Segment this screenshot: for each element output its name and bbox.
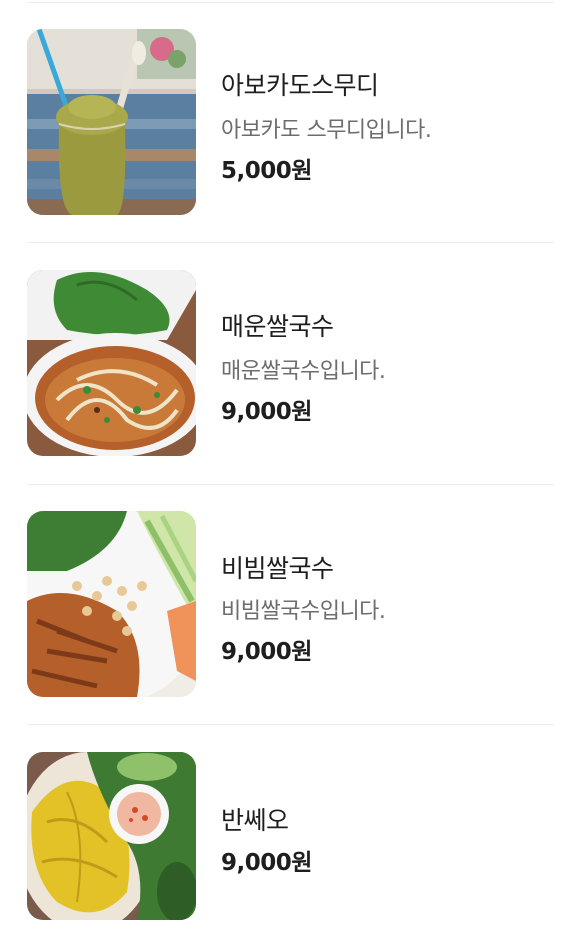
bibim-rice-noodle-photo — [27, 511, 196, 697]
menu-list: 아보카도스무디 아보카도 스무디입니다. 5,000원 매운쌀국수 매운쌀국수입… — [0, 0, 580, 925]
menu-item-avocado-smoothie[interactable]: 아보카도스무디 아보카도 스무디입니다. 5,000원 — [0, 0, 580, 240]
menu-item-name: 비빔쌀국수 — [221, 554, 334, 583]
banh-xeo-photo — [27, 752, 196, 920]
menu-item-description: 매운쌀국수입니다. — [221, 359, 386, 384]
menu-item-description: 비빔쌀국수입니다. — [221, 599, 386, 624]
spicy-rice-noodle-photo — [27, 270, 196, 456]
menu-item-bibim-rice-noodle[interactable]: 비빔쌀국수 비빔쌀국수입니다. 9,000원 — [0, 485, 580, 725]
menu-item-name: 매운쌀국수 — [221, 312, 334, 341]
menu-item-spicy-rice-noodle[interactable]: 매운쌀국수 매운쌀국수입니다. 9,000원 — [0, 243, 580, 483]
menu-item-price: 5,000원 — [221, 158, 312, 184]
menu-item-description: 아보카도 스무디입니다. — [221, 118, 432, 143]
menu-item-name: 반쎄오 — [221, 806, 289, 835]
menu-item-price: 9,000원 — [221, 399, 312, 425]
menu-item-banh-xeo[interactable]: 반쎄오 9,000원 — [0, 725, 580, 925]
menu-item-price: 9,000원 — [221, 850, 312, 876]
menu-item-name: 아보카도스무디 — [221, 71, 379, 100]
menu-item-price: 9,000원 — [221, 639, 312, 665]
avocado-smoothie-photo — [27, 29, 196, 215]
